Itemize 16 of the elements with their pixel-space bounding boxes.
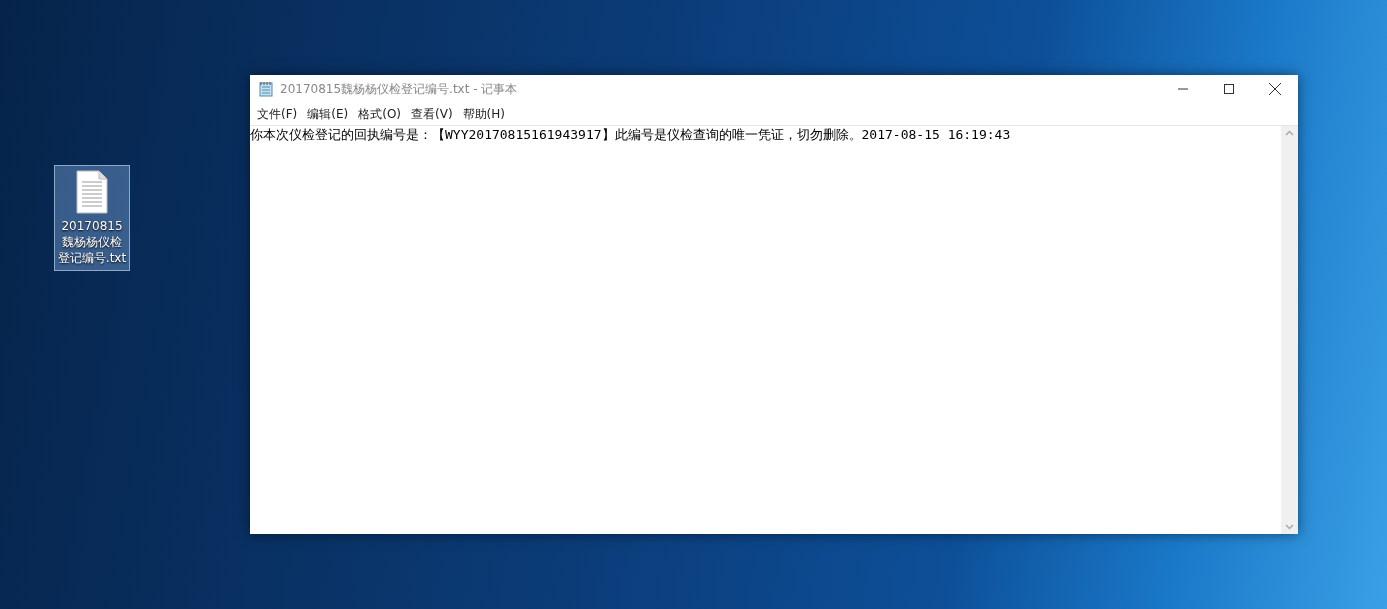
maximize-icon: [1224, 84, 1234, 94]
text-content[interactable]: 你本次仪检登记的回执编号是：【WYY20170815161943917】此编号是仪检查询的唯一凭证，切勿删除。2017-08-15 16:19:43: [250, 126, 1281, 534]
menu-item[interactable]: 查看(V): [406, 105, 458, 123]
desktop-file-icon[interactable]: 20170815魏杨杨仪检登记编号.txt: [54, 165, 130, 271]
close-icon: [1269, 83, 1281, 95]
notepad-icon: [258, 81, 274, 97]
file-name: 20170815魏杨杨仪检登记编号.txt: [57, 218, 127, 266]
scroll-down-icon[interactable]: [1285, 524, 1294, 530]
vertical-scrollbar[interactable]: [1281, 126, 1298, 534]
menu-item[interactable]: 编辑(E): [302, 105, 354, 123]
window-title: 20170815魏杨杨仪检登记编号.txt - 记事本: [280, 80, 518, 98]
scroll-up-icon[interactable]: [1285, 130, 1294, 136]
menu-item[interactable]: 文件(F): [252, 105, 303, 123]
menu-item[interactable]: 帮助(H): [457, 105, 510, 123]
menu-item[interactable]: 格式(O): [353, 105, 407, 123]
document-icon: [74, 170, 110, 214]
